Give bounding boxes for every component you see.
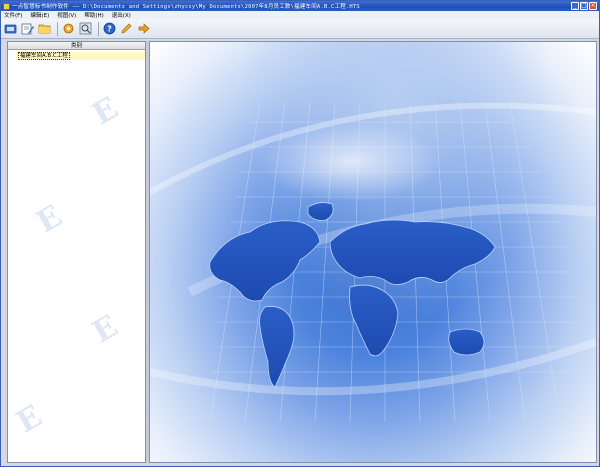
- toolbar-separator: [98, 21, 99, 36]
- app-window: 一点智慧标书制作软件 —— D:\Documents and Settings\…: [0, 0, 600, 467]
- watermark-logo: E: [86, 90, 125, 133]
- exit-button[interactable]: [136, 21, 151, 36]
- watermark-logo: E: [10, 398, 49, 441]
- app-icon: [3, 2, 10, 10]
- watermark-logo: E: [86, 308, 125, 351]
- help-icon: ?: [103, 22, 116, 35]
- maximize-button[interactable]: □: [580, 2, 588, 10]
- home-button[interactable]: [3, 21, 18, 36]
- preview-button[interactable]: [78, 21, 93, 36]
- edit-icon: [21, 23, 34, 35]
- exit-arrow-icon: [138, 23, 150, 34]
- toolbar: ?: [1, 19, 599, 39]
- menu-file[interactable]: 文件(F): [4, 11, 22, 19]
- menu-exit[interactable]: 退出(X): [112, 11, 131, 19]
- open-button[interactable]: [37, 21, 52, 36]
- folder-icon: [38, 24, 51, 34]
- settings-gear-icon: [63, 23, 74, 34]
- window-title: 一点智慧标书制作软件 —— D:\Documents and Settings\…: [12, 4, 360, 10]
- menu-bar: 文件(F) 编辑(E) 视图(V) 帮助(H) 退出(X): [1, 11, 599, 19]
- tree-item-label: 福建车间A.B.C工程: [18, 52, 70, 60]
- edit-button[interactable]: [20, 21, 35, 36]
- write-button[interactable]: [119, 21, 134, 36]
- watermark-logo: E: [30, 198, 69, 241]
- svg-text:?: ?: [107, 24, 112, 33]
- settings-button[interactable]: [61, 21, 76, 36]
- world-map-globe-image: [150, 101, 596, 423]
- edit-pencil-icon: [121, 23, 132, 34]
- menu-help[interactable]: 帮助(H): [84, 11, 103, 19]
- category-tree-panel[interactable]: 类别 福建车间A.B.C工程 E E E E: [7, 41, 146, 463]
- minimize-button[interactable]: _: [571, 2, 579, 10]
- home-icon: [4, 24, 17, 34]
- tree-item[interactable]: 福建车间A.B.C工程: [16, 52, 145, 60]
- world-map-continents: [209, 202, 496, 388]
- toolbar-separator: [57, 21, 58, 36]
- menu-edit[interactable]: 编辑(E): [30, 11, 49, 19]
- menu-view[interactable]: 视图(V): [57, 11, 76, 19]
- preview-icon: [79, 22, 92, 35]
- close-button[interactable]: ×: [589, 2, 597, 10]
- help-button[interactable]: ?: [102, 21, 117, 36]
- panel-header: 类别: [8, 42, 145, 50]
- main-view-background: [149, 41, 597, 463]
- window-controls: _ □ ×: [571, 2, 597, 10]
- light-glow: [260, 122, 440, 202]
- title-bar[interactable]: 一点智慧标书制作软件 —— D:\Documents and Settings\…: [1, 1, 599, 11]
